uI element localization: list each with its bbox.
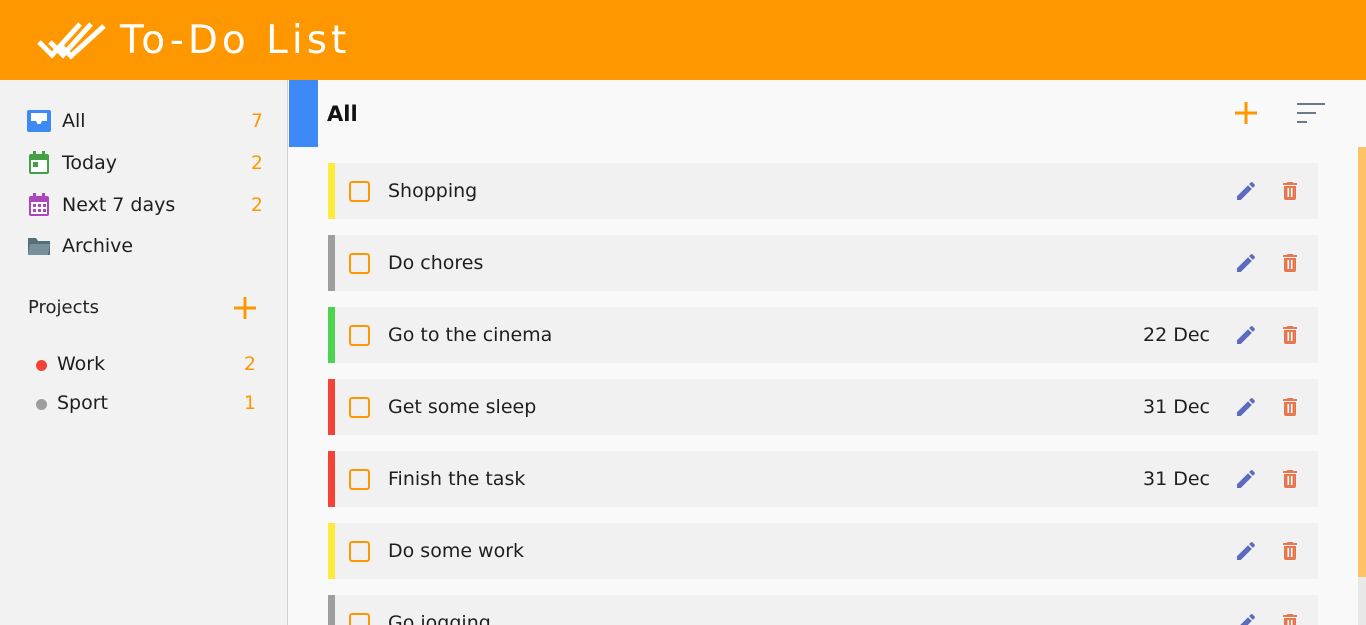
- task-checkbox[interactable]: [349, 253, 370, 274]
- delete-trash-icon[interactable]: [1278, 395, 1302, 419]
- task-checkbox[interactable]: [349, 181, 370, 202]
- project-label: Sport: [57, 392, 109, 414]
- task-checkbox[interactable]: [349, 613, 370, 625]
- task-row: Do chores: [328, 235, 1318, 291]
- task-checkbox[interactable]: [349, 325, 370, 346]
- task-due-date: 31 Dec: [1143, 396, 1210, 418]
- main-header: All: [289, 80, 1366, 147]
- task-label: Go to the cinema: [388, 324, 553, 346]
- priority-bar: [328, 235, 335, 291]
- delete-trash-icon[interactable]: [1278, 179, 1302, 203]
- projects-heading: Projects: [28, 297, 99, 318]
- project-item-sport[interactable]: Sport 1: [34, 389, 256, 417]
- sidebar-item-count: 2: [250, 194, 263, 216]
- priority-bar: [328, 379, 335, 435]
- delete-trash-icon[interactable]: [1278, 251, 1302, 275]
- sidebar-item-label: Next 7 days: [62, 194, 176, 216]
- project-count: 2: [243, 353, 256, 375]
- task-label: Do some work: [388, 540, 525, 562]
- edit-pencil-icon[interactable]: [1234, 611, 1258, 625]
- project-item-work[interactable]: Work 2: [34, 350, 256, 378]
- delete-trash-icon[interactable]: [1278, 539, 1302, 563]
- scrollbar-thumb[interactable]: [1358, 147, 1366, 577]
- sidebar-item-archive[interactable]: Archive: [26, 231, 266, 261]
- project-color-dot: [36, 360, 47, 371]
- sidebar: All 7 Today 2 Next 7 days 2 Archive Proj…: [0, 80, 288, 625]
- header-accent-bar: [289, 80, 318, 147]
- delete-trash-icon[interactable]: [1278, 467, 1302, 491]
- edit-pencil-icon[interactable]: [1234, 251, 1258, 275]
- delete-trash-icon[interactable]: [1278, 323, 1302, 347]
- page-title: All: [327, 102, 358, 126]
- add-project-plus-icon[interactable]: [230, 293, 260, 323]
- sidebar-item-label: All: [62, 110, 86, 132]
- project-color-dot: [36, 399, 47, 410]
- delete-trash-icon[interactable]: [1278, 611, 1302, 625]
- folder-icon: [28, 238, 50, 255]
- edit-pencil-icon[interactable]: [1234, 179, 1258, 203]
- task-label: Finish the task: [388, 468, 526, 490]
- task-row: Go jogging: [328, 595, 1318, 625]
- sidebar-item-all[interactable]: All 7: [26, 106, 266, 136]
- task-row: Shopping: [328, 163, 1318, 219]
- app-title: To-Do List: [120, 18, 351, 63]
- add-task-plus-icon[interactable]: [1231, 98, 1261, 128]
- task-due-date: 31 Dec: [1143, 468, 1210, 490]
- task-row: Finish the task 31 Dec: [328, 451, 1318, 507]
- priority-bar: [328, 163, 335, 219]
- calendar-day-icon: [29, 151, 49, 174]
- task-checkbox[interactable]: [349, 469, 370, 490]
- inbox-icon: [27, 110, 51, 132]
- task-checkbox[interactable]: [349, 397, 370, 418]
- task-due-date: 22 Dec: [1143, 324, 1210, 346]
- sidebar-item-count: 2: [250, 152, 263, 174]
- task-label: Get some sleep: [388, 396, 537, 418]
- task-label: Go jogging: [388, 612, 491, 625]
- sort-icon[interactable]: [1295, 100, 1327, 126]
- sidebar-item-count: 7: [250, 110, 263, 132]
- edit-pencil-icon[interactable]: [1234, 539, 1258, 563]
- task-checkbox[interactable]: [349, 541, 370, 562]
- calendar-week-icon: [29, 193, 49, 216]
- project-label: Work: [57, 353, 106, 375]
- project-count: 1: [243, 392, 256, 414]
- edit-pencil-icon[interactable]: [1234, 395, 1258, 419]
- sidebar-item-label: Today: [62, 152, 117, 174]
- sidebar-item-next-7-days[interactable]: Next 7 days 2: [26, 190, 266, 220]
- priority-bar: [328, 307, 335, 363]
- edit-pencil-icon[interactable]: [1234, 323, 1258, 347]
- priority-bar: [328, 595, 335, 625]
- app-header: To-Do List: [0, 0, 1366, 80]
- task-label: Do chores: [388, 252, 484, 274]
- task-row: Go to the cinema 22 Dec: [328, 307, 1318, 363]
- task-row: Do some work: [328, 523, 1318, 579]
- scrollbar[interactable]: [1358, 147, 1366, 625]
- sidebar-item-today[interactable]: Today 2: [26, 148, 266, 178]
- edit-pencil-icon[interactable]: [1234, 467, 1258, 491]
- priority-bar: [328, 451, 335, 507]
- task-label: Shopping: [388, 180, 478, 202]
- task-row: Get some sleep 31 Dec: [328, 379, 1318, 435]
- priority-bar: [328, 523, 335, 579]
- double-check-logo-icon: [37, 22, 106, 60]
- sidebar-item-label: Archive: [62, 235, 134, 257]
